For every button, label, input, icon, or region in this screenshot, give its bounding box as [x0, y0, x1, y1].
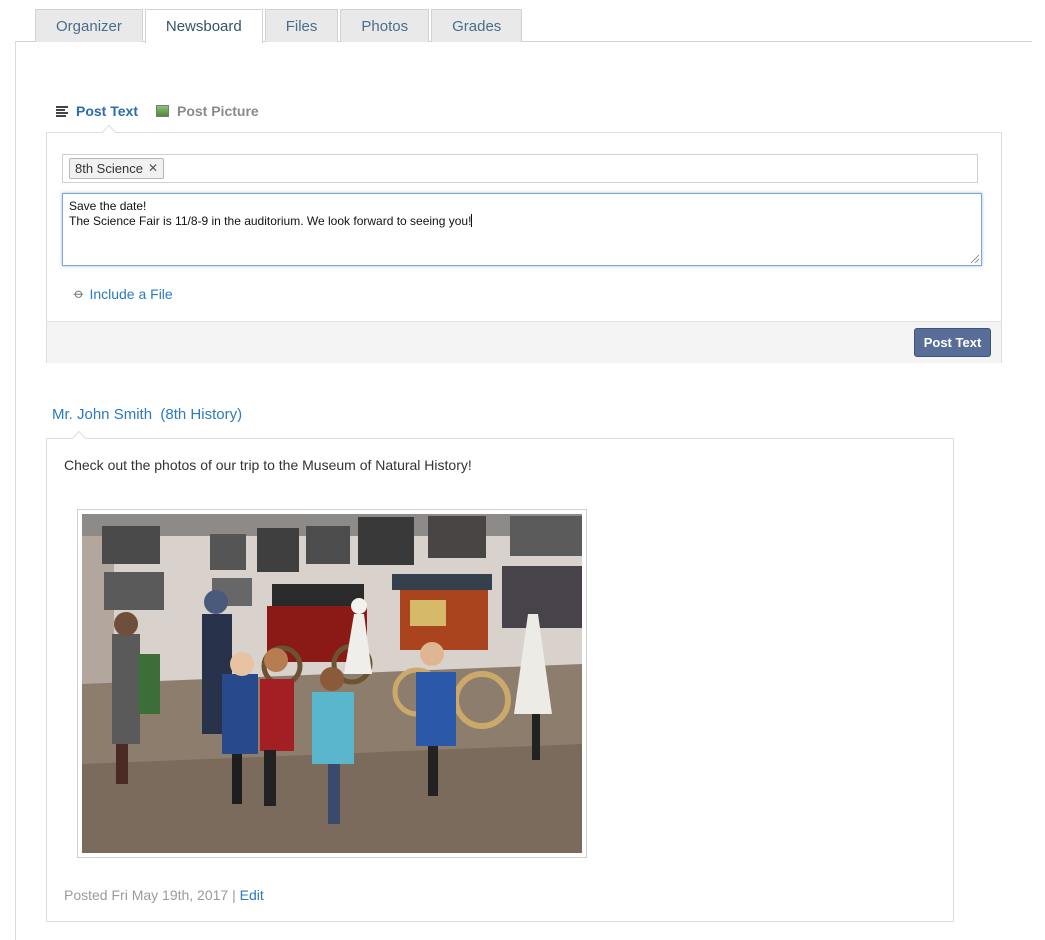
posted-date: Posted Fri May 19th, 2017: [64, 887, 229, 903]
text-lines-icon: [56, 106, 68, 117]
resize-handle[interactable]: [971, 255, 979, 263]
post-text-button[interactable]: Post Text: [914, 328, 991, 357]
meta-separator: |: [232, 887, 236, 903]
post-pointer: [71, 430, 87, 446]
paperclip-icon: ⌀: [70, 284, 89, 302]
post-picture-label: Post Picture: [176, 103, 259, 119]
post-composer: 8th Science ✕ Save the date! The Science…: [46, 124, 1002, 363]
text-cursor: [471, 214, 473, 227]
tab-files[interactable]: Files: [264, 9, 339, 42]
tab-newsboard[interactable]: Newsboard: [144, 9, 263, 43]
tab-bar: Organizer Newsboard Files Photos Grades: [35, 9, 524, 43]
include-file-label: Include a File: [89, 285, 173, 302]
tab-grades[interactable]: Grades: [431, 9, 523, 42]
message-textarea[interactable]: Save the date! The Science Fair is 11/8-…: [62, 193, 982, 266]
recipients-field[interactable]: 8th Science ✕: [62, 154, 978, 183]
post-type-selector: Post Text Post Picture: [56, 103, 259, 119]
post-meta: Posted Fri May 19th, 2017 | Edit: [64, 887, 264, 903]
message-line-2: The Science Fair is 11/8-9 in the audito…: [69, 214, 473, 228]
post-text-label: Post Text: [76, 103, 138, 119]
recipient-tag: 8th Science ✕: [69, 158, 164, 179]
composer-footer: Post Text: [47, 321, 1001, 363]
composer-pointer: [101, 124, 117, 140]
tab-organizer[interactable]: Organizer: [35, 9, 143, 42]
recipient-tag-label: 8th Science: [75, 161, 143, 176]
edit-link[interactable]: Edit: [240, 887, 264, 903]
picture-icon: [155, 105, 169, 117]
post-text: Check out the photos of our trip to the …: [64, 457, 472, 473]
tab-photos[interactable]: Photos: [340, 9, 430, 42]
close-icon[interactable]: ✕: [148, 159, 158, 178]
post-picture-option[interactable]: Post Picture: [155, 103, 259, 119]
post-author[interactable]: Mr. John Smith (8th History): [52, 406, 242, 423]
news-post: Check out the photos of our trip to the …: [46, 430, 954, 922]
post-photo[interactable]: [77, 509, 587, 858]
post-text-option[interactable]: Post Text: [56, 103, 138, 119]
include-file-link[interactable]: ⌀ Include a File: [71, 285, 173, 302]
author-name: Mr. John Smith: [52, 406, 153, 423]
museum-trip-photo: [82, 514, 582, 853]
message-line-1: Save the date!: [69, 199, 147, 213]
content-left-border: [15, 41, 16, 940]
author-class: (8th History): [160, 406, 243, 423]
